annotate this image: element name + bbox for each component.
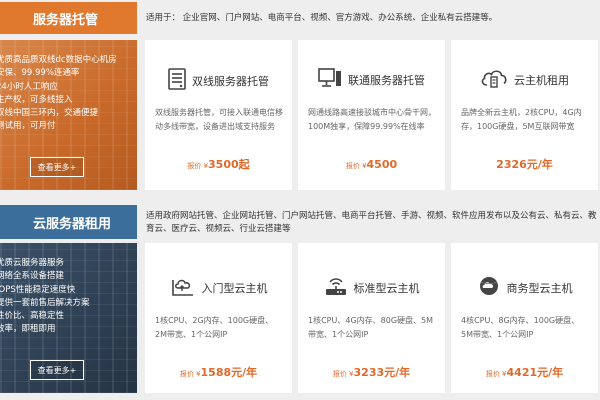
card-title: 商务型云主机 — [506, 282, 573, 295]
section-header-cloud: 云服务器租用 适用政府网站托管、企业网站托管、门户网站托管、电商平台托管、手游、… — [0, 205, 600, 239]
card-description: 4核CPU、8G内存、100G硬盘、5M带宽、1个公网IP — [461, 316, 580, 339]
section-tab-cloud[interactable]: 云服务器租用 — [0, 205, 137, 239]
banner-line: 双线中国三环内，交通便捷 — [0, 108, 99, 119]
section-header-hosting: 服务器托管 适用于： 企业官网、门户网站、电商平台、视频、官方游戏、办公系统、企… — [0, 2, 600, 34]
server-tower-icon — [168, 68, 186, 94]
price-value: 4500 — [366, 158, 398, 171]
card-title-row: 入门型云主机 — [145, 275, 292, 301]
card-price: 报价 ¥3500起 — [145, 153, 292, 172]
product-card-standard-cloud[interactable]: 标准型云主机 1核CPU、4G内存、80G硬盘、5M带宽、1个公网IP 报价 ¥… — [298, 243, 445, 393]
banner-feature-list: 优质高品质双线dc数据中心机房 安保、99.99%连通率 24小时人工响应 生产… — [0, 54, 117, 134]
banner-line: 网络全系设备搭建 — [0, 271, 65, 282]
product-card-business-cloud[interactable]: 商务型云主机 4核CPU、8G内存、100G硬盘、5M带宽、1个公网IP 报价 … — [451, 243, 598, 393]
price-prefix: 报价 ¥ — [485, 370, 507, 378]
router-icon — [324, 275, 348, 301]
price-prefix: 报价 ¥ — [332, 370, 354, 378]
cloud-banner: 优质云服务器服务 网络全系设备搭建 IOPS性能稳定速度快 提供一套前售后解决方… — [0, 243, 137, 393]
banner-line: 优质云服务器服务 — [0, 258, 65, 268]
card-title: 入门型云主机 — [201, 282, 268, 295]
price-value: 1588元/年 — [200, 366, 258, 379]
card-description: 品牌全新云主机，2核CPU，4G内存，100G硬盘，5M互联网带宽 — [461, 108, 582, 131]
price-prefix: 报价 ¥ — [345, 162, 367, 170]
view-more-button[interactable]: 查看更多+ — [30, 360, 84, 380]
card-title: 联通服务器托管 — [348, 74, 425, 87]
banner-line: 优质高品质双线dc数据中心机房 — [0, 55, 117, 65]
section-description: 适用政府网站托管、企业网站托管、门户网站托管、电商平台托管、手游、视频、软件应用… — [146, 211, 597, 234]
price-prefix: 报价 ¥ — [187, 162, 209, 170]
card-title-row: 云主机租用 — [451, 68, 598, 92]
banner-line: 提供一套前售后解决方案 — [0, 297, 90, 308]
globe-cloud-icon — [477, 275, 501, 301]
card-price: 2326元/年 — [451, 153, 598, 172]
card-price: 报价 ¥1588元/年 — [145, 361, 292, 380]
product-card-dual-line-hosting[interactable]: 双线服务器托管 双线服务器托管，可接入联通电信移动多线带宽，设备进出域支持服务 … — [145, 40, 292, 190]
banner-line: 生产权，可多线接入 — [0, 94, 73, 105]
product-card-entry-cloud[interactable]: 入门型云主机 1核CPU、2G内存、100G硬盘、2M带宽、1个公网IP 报价 … — [145, 243, 292, 393]
hosting-banner: 优质高品质双线dc数据中心机房 安保、99.99%连通率 24小时人工响应 生产… — [0, 40, 137, 190]
product-card-unicom-hosting[interactable]: 联通服务器托管 网通线路高速接驳城市中心骨干网，100M独享，保障99.99%在… — [298, 40, 445, 190]
banner-feature-list: 优质云服务器服务 网络全系设备搭建 IOPS性能稳定速度快 提供一套前售后解决方… — [0, 257, 90, 337]
banner-line: 效率，即租即用 — [0, 324, 56, 335]
card-title-row: 联通服务器托管 — [298, 68, 445, 92]
card-title-row: 商务型云主机 — [451, 275, 598, 301]
product-card-cloud-rental[interactable]: 云主机租用 品牌全新云主机，2核CPU，4G内存，100G硬盘，5M互联网带宽 … — [451, 40, 598, 190]
card-price: 报价 ¥4500 — [298, 153, 445, 172]
banner-line: 24小时人工响应 — [0, 81, 58, 92]
section-description: 适用于： 企业官网、门户网站、电商平台、视频、官方游戏、办公系统、企业私有云搭建… — [146, 12, 498, 23]
card-description: 1核CPU、4G内存、80G硬盘、5M带宽、1个公网IP — [308, 316, 434, 339]
card-price: 报价 ¥4421元/年 — [451, 361, 598, 380]
card-title: 标准型云主机 — [353, 282, 420, 295]
card-price: 报价 ¥3233元/年 — [298, 361, 445, 380]
section-tab-hosting[interactable]: 服务器托管 — [0, 2, 137, 34]
card-description: 网通线路高速接驳城市中心骨干网，100M独享，保障99.99%在线率 — [308, 108, 436, 131]
cloud-upload-icon — [170, 275, 196, 301]
card-title-row: 双线服务器托管 — [145, 68, 292, 94]
price-value: 3233元/年 — [353, 366, 411, 379]
price-value: 2326元/年 — [496, 158, 553, 171]
banner-line: 安保、99.99%连通率 — [0, 68, 80, 79]
card-description: 双线服务器托管，可接入联通电信移动多线带宽，设备进出域支持服务 — [155, 108, 283, 131]
cloud-server-icon — [480, 68, 508, 92]
card-title: 双线服务器托管 — [192, 75, 269, 88]
price-prefix: 报价 ¥ — [179, 370, 201, 378]
desktop-computer-icon — [318, 68, 342, 92]
card-description: 1核CPU、2G内存、100G硬盘、2M带宽、1个公网IP — [155, 316, 274, 339]
view-more-button[interactable]: 查看更多+ — [30, 157, 84, 177]
banner-line: 性价比、高稳定性 — [0, 311, 65, 322]
price-value: 3500起 — [208, 158, 250, 171]
card-title-row: 标准型云主机 — [298, 275, 445, 301]
banner-line: 测试用，可月付 — [0, 121, 56, 132]
card-title: 云主机租用 — [514, 74, 569, 87]
price-value: 4421元/年 — [506, 366, 564, 379]
banner-line: IOPS性能稳定速度快 — [0, 284, 76, 295]
